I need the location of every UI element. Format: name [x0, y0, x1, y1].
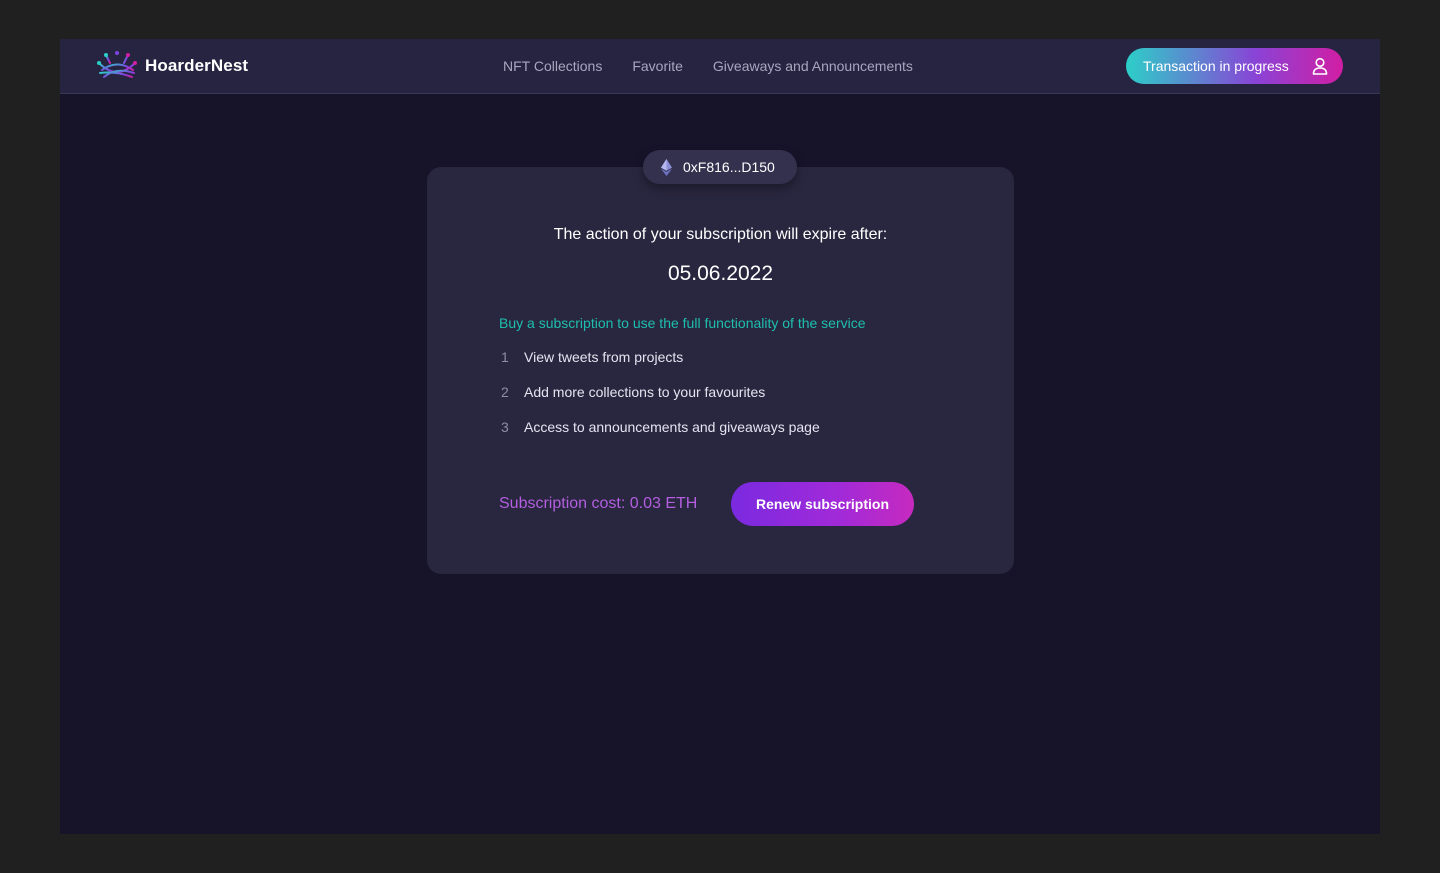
brand-logo[interactable]: HoarderNest [96, 51, 248, 81]
feature-number: 1 [501, 349, 509, 365]
wallet-address: 0xF816...D150 [683, 159, 775, 175]
list-item: 3 Access to announcements and giveaways … [501, 419, 820, 454]
feature-text: Add more collections to your favourites [524, 384, 766, 400]
subscription-card: The action of your subscription will exp… [427, 167, 1014, 574]
feature-list: 1 View tweets from projects 2 Add more c… [501, 349, 820, 454]
main-nav: NFT Collections Favorite Giveaways and A… [503, 39, 943, 93]
expire-message: The action of your subscription will exp… [553, 226, 888, 243]
nav-link-favorite[interactable]: Favorite [632, 58, 683, 74]
list-item: 2 Add more collections to your favourite… [501, 384, 820, 419]
transaction-status-button[interactable]: Transaction in progress [1126, 48, 1343, 84]
nav-link-giveaways[interactable]: Giveaways and Announcements [713, 58, 913, 74]
ethereum-icon [661, 158, 672, 176]
feature-text: View tweets from projects [524, 349, 684, 365]
app-window: HoarderNest NFT Collections Favorite Giv… [60, 39, 1380, 834]
subscription-cost: Subscription cost: 0.03 ETH [499, 495, 698, 512]
nest-logo-icon [97, 51, 137, 78]
list-item: 1 View tweets from projects [501, 349, 820, 384]
feature-number: 2 [501, 384, 509, 400]
feature-text: Access to announcements and giveaways pa… [524, 419, 820, 435]
top-navbar: HoarderNest NFT Collections Favorite Giv… [60, 39, 1380, 94]
user-icon [1312, 57, 1328, 75]
brand-name: HoarderNest [145, 56, 249, 75]
expire-date: 05.06.2022 [667, 262, 774, 285]
subscription-cta: Buy a subscription to use the full funct… [499, 315, 866, 331]
feature-number: 3 [501, 419, 509, 435]
nav-link-nft-collections[interactable]: NFT Collections [503, 58, 602, 74]
renew-subscription-button[interactable]: Renew subscription [731, 482, 914, 526]
transaction-status-label: Transaction in progress [1143, 58, 1289, 74]
wallet-address-chip[interactable]: 0xF816...D150 [643, 150, 797, 184]
